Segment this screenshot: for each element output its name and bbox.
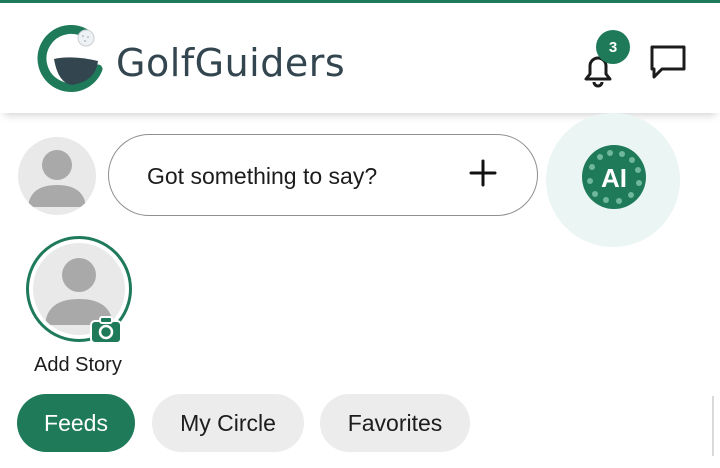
- app-header: GolfGuiders 3: [0, 3, 720, 113]
- notification-count-badge: 3: [596, 30, 630, 64]
- chat-icon[interactable]: [648, 43, 688, 81]
- composer-placeholder: Got something to say?: [147, 163, 378, 189]
- plus-icon[interactable]: [467, 157, 499, 189]
- camera-icon[interactable]: [90, 316, 122, 344]
- brand-name: GolfGuiders: [116, 41, 346, 85]
- user-avatar[interactable]: [18, 137, 96, 215]
- tab-my-circle[interactable]: My Circle: [152, 394, 304, 452]
- post-composer-input[interactable]: Got something to say?: [108, 134, 538, 216]
- side-edge-divider: [712, 396, 714, 456]
- ai-label: AI: [601, 163, 627, 193]
- default-user-icon: [28, 150, 86, 207]
- tab-favorites[interactable]: Favorites: [320, 394, 470, 452]
- tab-feeds[interactable]: Feeds: [17, 394, 135, 452]
- ai-golf-ball-icon[interactable]: AI: [580, 143, 648, 211]
- add-story-label: Add Story: [34, 354, 122, 376]
- golfguiders-logo-icon[interactable]: [36, 25, 106, 95]
